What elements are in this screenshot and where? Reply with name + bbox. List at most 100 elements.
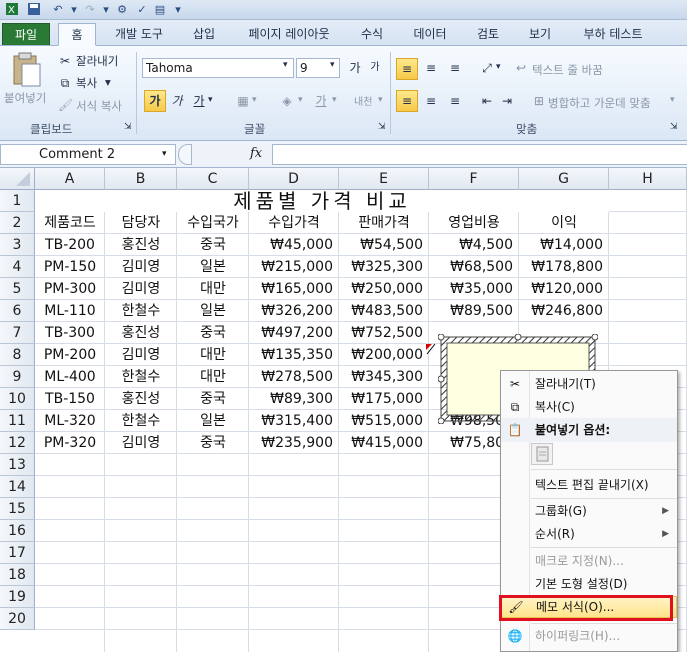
- grow-font-button[interactable]: 가: [346, 59, 364, 77]
- border-icon[interactable]: ▦: [234, 92, 252, 110]
- column-header[interactable]: G: [519, 168, 609, 190]
- data-cell[interactable]: TB-200: [35, 234, 105, 256]
- row-header[interactable]: 10: [0, 388, 35, 410]
- data-cell[interactable]: ₩120,000: [519, 278, 609, 300]
- data-cell[interactable]: ₩4,500: [429, 234, 519, 256]
- row-header[interactable]: 14: [0, 476, 35, 498]
- data-cell[interactable]: 한철수: [105, 300, 177, 322]
- menu-item-assign-macro[interactable]: 매크로 지정(N)...: [501, 549, 677, 573]
- data-cell[interactable]: 김미영: [105, 432, 177, 454]
- data-cell[interactable]: ₩200,000: [339, 344, 429, 366]
- data-cell[interactable]: ₩215,000: [249, 256, 339, 278]
- data-cell[interactable]: ₩246,800: [519, 300, 609, 322]
- row-header[interactable]: 8: [0, 344, 35, 366]
- name-box[interactable]: Comment 2: [0, 144, 176, 165]
- column-header[interactable]: E: [339, 168, 429, 190]
- data-cell[interactable]: PM-320: [35, 432, 105, 454]
- form-icon[interactable]: ▤: [152, 2, 168, 17]
- chevron-down-icon[interactable]: ▾: [162, 149, 167, 159]
- data-cell[interactable]: 중국: [177, 388, 249, 410]
- data-cell[interactable]: 한철수: [105, 366, 177, 388]
- spell-check-icon[interactable]: ✓: [134, 2, 150, 17]
- data-cell[interactable]: 대만: [177, 278, 249, 300]
- data-cell[interactable]: ₩89,500: [429, 300, 519, 322]
- data-cell[interactable]: ₩54,500: [339, 234, 429, 256]
- paste-icon[interactable]: [10, 52, 42, 88]
- paste-button[interactable]: 붙여넣기: [4, 90, 46, 106]
- tab-page-layout[interactable]: 페이지 레이아웃: [234, 23, 344, 45]
- chevron-down-icon[interactable]: ▾: [283, 60, 288, 70]
- data-cell[interactable]: ₩415,000: [339, 432, 429, 454]
- increase-indent-icon[interactable]: ⇥: [498, 92, 516, 110]
- data-cell[interactable]: PM-150: [35, 256, 105, 278]
- excel-app-icon[interactable]: X: [4, 2, 20, 17]
- tools-icon[interactable]: ⚙: [114, 2, 130, 17]
- chevron-down-icon[interactable]: ▾: [298, 95, 303, 105]
- chevron-down-icon[interactable]: ▾: [330, 60, 335, 70]
- chevron-down-icon[interactable]: ▾: [378, 95, 383, 105]
- chevron-down-icon[interactable]: ▾: [496, 62, 501, 72]
- data-cell[interactable]: ₩175,000: [339, 388, 429, 410]
- align-top-icon[interactable]: ≡: [396, 58, 418, 80]
- row-header[interactable]: 4: [0, 256, 35, 278]
- column-header[interactable]: A: [35, 168, 105, 190]
- data-cell[interactable]: ₩235,900: [249, 432, 339, 454]
- chevron-down-icon[interactable]: ▾: [66, 2, 82, 17]
- data-cell[interactable]: TB-150: [35, 388, 105, 410]
- row-header[interactable]: 19: [0, 586, 35, 608]
- data-cell[interactable]: ₩35,000: [429, 278, 519, 300]
- data-cell[interactable]: 김미영: [105, 344, 177, 366]
- data-cell[interactable]: ₩515,000: [339, 410, 429, 432]
- data-cell[interactable]: ₩315,400: [249, 410, 339, 432]
- row-header[interactable]: 15: [0, 498, 35, 520]
- sheet-title[interactable]: 제품별 가격 비교: [35, 190, 609, 212]
- data-cell[interactable]: ML-400: [35, 366, 105, 388]
- bold-button[interactable]: 가: [144, 90, 166, 112]
- data-cell[interactable]: ML-320: [35, 410, 105, 432]
- row-header[interactable]: 6: [0, 300, 35, 322]
- insert-function-button[interactable]: fx: [250, 146, 262, 161]
- paste-option-icon[interactable]: [531, 443, 553, 465]
- dialog-launcher-icon[interactable]: ⇲: [670, 122, 678, 132]
- tab-load-test[interactable]: 부하 테스트: [570, 23, 656, 45]
- menu-item-order[interactable]: 순서(R) ▶: [501, 522, 677, 546]
- tab-data[interactable]: 데이터: [402, 23, 458, 45]
- align-middle-icon[interactable]: ≡: [422, 59, 440, 77]
- data-cell[interactable]: ₩326,200: [249, 300, 339, 322]
- data-cell[interactable]: 일본: [177, 256, 249, 278]
- column-header[interactable]: B: [105, 168, 177, 190]
- font-name-input[interactable]: Tahoma: [142, 58, 294, 78]
- tab-developer[interactable]: 개발 도구: [104, 23, 174, 45]
- menu-item-group[interactable]: 그룹화(G) ▶: [501, 499, 677, 523]
- menu-item-cut[interactable]: ✂ 잘라내기(T): [501, 372, 677, 396]
- column-title-cell[interactable]: 이익: [519, 212, 609, 234]
- row-header[interactable]: 16: [0, 520, 35, 542]
- data-cell[interactable]: ₩250,000: [339, 278, 429, 300]
- data-cell[interactable]: 중국: [177, 432, 249, 454]
- font-color-icon[interactable]: 가: [312, 92, 330, 110]
- data-cell[interactable]: ₩345,300: [339, 366, 429, 388]
- align-left-icon[interactable]: ≡: [396, 90, 418, 112]
- data-cell[interactable]: PM-200: [35, 344, 105, 366]
- data-cell[interactable]: ₩165,000: [249, 278, 339, 300]
- column-title-cell[interactable]: 제품코드: [35, 212, 105, 234]
- data-cell[interactable]: 김미영: [105, 278, 177, 300]
- undo-icon[interactable]: ↶: [50, 2, 66, 17]
- save-icon[interactable]: [26, 2, 42, 17]
- tab-review[interactable]: 검토: [466, 23, 510, 45]
- text-orientation-icon[interactable]: ⤢: [478, 59, 496, 77]
- formula-bar-splitter[interactable]: [178, 144, 192, 165]
- copy-button[interactable]: 복사: [76, 75, 97, 91]
- column-title-cell[interactable]: 영업비용: [429, 212, 519, 234]
- data-cell[interactable]: ₩278,500: [249, 366, 339, 388]
- select-all-button[interactable]: [0, 168, 35, 190]
- column-title-cell[interactable]: 수입가격: [249, 212, 339, 234]
- column-header[interactable]: H: [609, 168, 687, 190]
- row-header[interactable]: 1: [0, 190, 35, 212]
- menu-item-hyperlink[interactable]: 🌐 하이퍼링크(H)...: [501, 624, 677, 648]
- fill-color-icon[interactable]: ◈: [278, 92, 296, 110]
- column-header[interactable]: F: [429, 168, 519, 190]
- phonetic-guide-button[interactable]: 내천: [354, 93, 372, 108]
- row-header[interactable]: 12: [0, 432, 35, 454]
- column-title-cell[interactable]: 담당자: [105, 212, 177, 234]
